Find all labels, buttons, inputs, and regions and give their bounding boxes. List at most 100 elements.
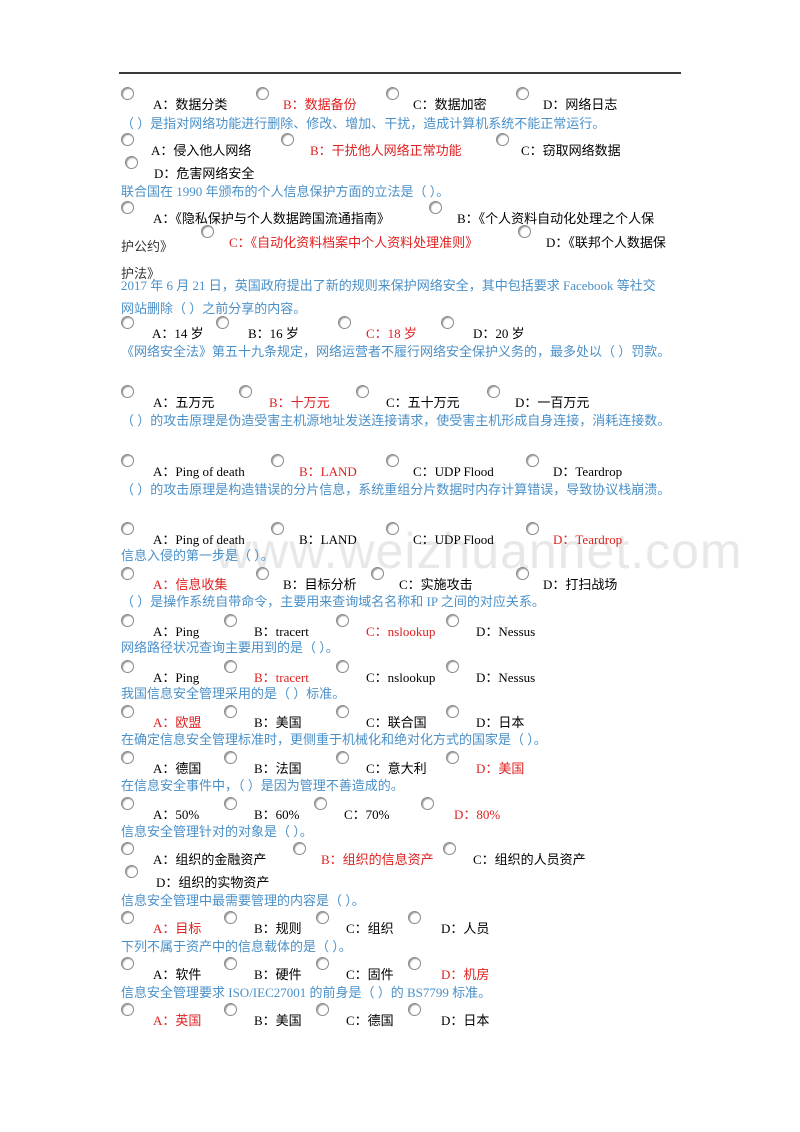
radio-button[interactable] [224, 957, 237, 970]
radio-button[interactable] [371, 567, 384, 580]
radio-button[interactable] [224, 705, 237, 718]
option-label: C：组织 [346, 921, 394, 936]
option-label: C：五十万元 [386, 395, 460, 410]
radio-button[interactable] [408, 911, 421, 924]
radio-button[interactable] [256, 567, 269, 580]
radio-button[interactable] [293, 842, 306, 855]
radio-button[interactable] [224, 797, 237, 810]
option-label: A：数据分类 [153, 97, 228, 112]
radio-button[interactable] [239, 385, 252, 398]
radio-button[interactable] [518, 225, 531, 238]
radio-button[interactable] [224, 660, 237, 673]
radio-button[interactable] [256, 87, 269, 100]
option-label: C：UDP Flood [413, 464, 494, 479]
option-label: C：18 岁 [366, 326, 417, 341]
radio-button[interactable] [224, 614, 237, 627]
radio-button[interactable] [336, 660, 349, 673]
radio-button[interactable] [271, 522, 284, 535]
option-label: D：20 岁 [473, 326, 525, 341]
option-label: B：组织的信息资产 [321, 852, 434, 867]
question-text: 信息入侵的第一步是（ ）。 [121, 548, 274, 563]
radio-button[interactable] [408, 1003, 421, 1016]
option-label: D：机房 [441, 967, 490, 982]
radio-button[interactable] [121, 751, 134, 764]
radio-button[interactable] [224, 911, 237, 924]
radio-button[interactable] [526, 454, 539, 467]
option-label: C：数据加密 [413, 97, 487, 112]
radio-button[interactable] [121, 201, 134, 214]
question-text: 信息安全管理要求 ISO/IEC27001 的前身是（ ）的 BS7799 标准… [121, 985, 492, 1000]
radio-button[interactable] [121, 87, 134, 100]
radio-button[interactable] [446, 614, 459, 627]
option-label: B：干扰他人网络正常功能 [310, 143, 462, 158]
radio-button[interactable] [386, 87, 399, 100]
radio-button[interactable] [121, 911, 134, 924]
radio-button[interactable] [386, 454, 399, 467]
radio-button[interactable] [336, 751, 349, 764]
radio-button[interactable] [201, 225, 214, 238]
question-text: 2017 年 6 月 21 日，英国政府提出了新的规则来保护网络安全，其中包括要… [121, 278, 656, 293]
radio-button[interactable] [316, 1003, 329, 1016]
radio-button[interactable] [121, 522, 134, 535]
radio-button[interactable] [121, 957, 134, 970]
question-text: 联合国在 1990 年颁布的个人信息保护方面的立法是（ ）。 [121, 184, 450, 199]
radio-button[interactable] [121, 133, 134, 146]
radio-button[interactable] [121, 705, 134, 718]
option-label: A：侵入他人网络 [151, 143, 252, 158]
radio-button[interactable] [338, 316, 351, 329]
radio-button[interactable] [516, 87, 529, 100]
radio-button[interactable] [224, 1003, 237, 1016]
radio-button[interactable] [336, 614, 349, 627]
option-label: A：14 岁 [152, 326, 204, 341]
radio-button[interactable] [216, 316, 229, 329]
radio-button[interactable] [121, 385, 134, 398]
option-label: A：组织的金融资产 [153, 852, 267, 867]
radio-button[interactable] [446, 705, 459, 718]
radio-button[interactable] [314, 797, 327, 810]
radio-button[interactable] [441, 316, 454, 329]
radio-button[interactable] [496, 133, 509, 146]
radio-button[interactable] [443, 842, 456, 855]
radio-button[interactable] [121, 842, 134, 855]
radio-button[interactable] [125, 865, 138, 878]
radio-button[interactable] [446, 751, 459, 764]
option-label: B：16 岁 [248, 326, 299, 341]
option-label: A：软件 [153, 967, 202, 982]
option-label: D：日本 [441, 1013, 490, 1028]
radio-button[interactable] [121, 797, 134, 810]
radio-button[interactable] [316, 911, 329, 924]
option-label: C：固件 [346, 967, 394, 982]
radio-button[interactable] [224, 751, 237, 764]
radio-button[interactable] [121, 316, 134, 329]
radio-button[interactable] [516, 567, 529, 580]
radio-button[interactable] [336, 705, 349, 718]
radio-button[interactable] [316, 957, 329, 970]
question-text: （ ）是指对网络功能进行删除、修改、增加、干扰，造成计算机系统不能正常运行。 [121, 116, 606, 131]
radio-button[interactable] [281, 133, 294, 146]
radio-button[interactable] [125, 156, 138, 169]
radio-button[interactable] [121, 614, 134, 627]
radio-button[interactable] [356, 385, 369, 398]
question-text: 在信息安全事件中，（ ）是因为管理不善造成的。 [121, 778, 404, 793]
question-text: 信息安全管理针对的对象是（ ）。 [121, 824, 313, 839]
question-text: 《网络安全法》第五十九条规定，网络运营者不履行网络安全保护义务的，最多处以（ ）… [121, 344, 671, 359]
question-text: 我国信息安全管理采用的是（ ）标准。 [121, 686, 346, 701]
radio-button[interactable] [121, 567, 134, 580]
radio-button[interactable] [421, 797, 434, 810]
option-label: D：《联邦个人数据保 [546, 235, 666, 250]
radio-button[interactable] [446, 660, 459, 673]
radio-button[interactable] [487, 385, 500, 398]
radio-button[interactable] [526, 522, 539, 535]
option-label: D：Teardrop [553, 464, 623, 479]
option-label: A：Ping of death [153, 464, 245, 479]
radio-button[interactable] [271, 454, 284, 467]
option-label: B：LAND [299, 464, 357, 479]
radio-button[interactable] [121, 454, 134, 467]
option-label: B：硬件 [254, 967, 302, 982]
radio-button[interactable] [121, 660, 134, 673]
radio-button[interactable] [121, 1003, 134, 1016]
radio-button[interactable] [386, 522, 399, 535]
radio-button[interactable] [429, 201, 442, 214]
option-label: D：组织的实物资产 [156, 875, 270, 890]
radio-button[interactable] [408, 957, 421, 970]
